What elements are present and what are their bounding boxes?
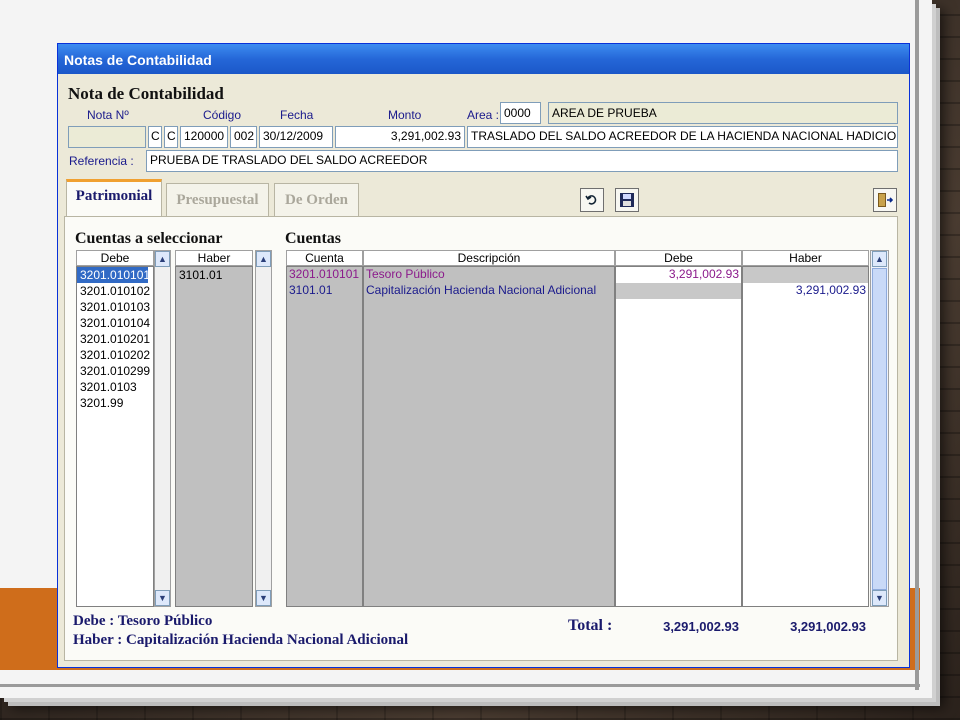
- debe-scrollbar[interactable]: ▲ ▼: [154, 250, 171, 607]
- debe-empty-cell: [616, 283, 741, 299]
- area-code-input[interactable]: 0000: [500, 102, 541, 124]
- haber-list-header: Haber: [175, 250, 253, 266]
- slide-border-right: [915, 0, 919, 690]
- patrimonial-panel: Cuentas a seleccionar Cuentas Debe 3201.…: [64, 216, 898, 661]
- undo-icon: [585, 195, 597, 205]
- row1-descripcion[interactable]: Tesoro Público: [366, 266, 445, 282]
- nota-number-field: [68, 126, 146, 148]
- save-icon: [620, 193, 634, 207]
- fecha-input[interactable]: 30/12/2009: [259, 126, 333, 148]
- monto-input[interactable]: 3,291,002.93: [335, 126, 465, 148]
- save-button[interactable]: [615, 188, 639, 212]
- row2-cuenta[interactable]: 3101.01: [289, 282, 332, 298]
- notas-window: Notas de Contabilidad Nota de Contabilid…: [57, 43, 910, 668]
- descripcion-input[interactable]: TRASLADO DEL SALDO ACREEDOR DE LA HACIEN…: [467, 126, 898, 148]
- label-nota: Nota Nº: [87, 108, 129, 122]
- debe-item[interactable]: 3201.010202: [77, 347, 153, 363]
- debe-item[interactable]: 3201.010299: [77, 363, 153, 379]
- total-label: Total :: [568, 617, 613, 634]
- debe-item[interactable]: 3201.010104: [77, 315, 153, 331]
- grid-scroll-down-icon[interactable]: ▼: [872, 590, 887, 606]
- right-section-title: Cuentas: [285, 230, 342, 247]
- haber-scroll-up-icon[interactable]: ▲: [256, 251, 271, 267]
- debe-scroll-up-icon[interactable]: ▲: [155, 251, 170, 267]
- codigo2-input[interactable]: 002: [230, 126, 257, 148]
- window-titlebar: Notas de Contabilidad: [58, 44, 909, 74]
- tipo-c2-field[interactable]: C: [164, 126, 178, 148]
- row1-debe[interactable]: 3,291,002.93: [617, 266, 739, 282]
- label-fecha: Fecha: [280, 108, 314, 122]
- footer-debe-line: Debe : Tesoro Público: [73, 613, 213, 629]
- exit-door-icon: [878, 193, 893, 207]
- row1-cuenta[interactable]: 3201.010101: [289, 266, 359, 282]
- row2-haber[interactable]: 3,291,002.93: [744, 282, 866, 298]
- debe-item[interactable]: 3201.010201: [77, 331, 153, 347]
- left-section-title: Cuentas a seleccionar: [75, 230, 223, 247]
- label-monto: Monto: [388, 108, 422, 122]
- haber-item[interactable]: 3101.01: [176, 267, 252, 283]
- grid-scroll-up-icon[interactable]: ▲: [872, 251, 887, 267]
- grid-scrollbar[interactable]: ▲ ▼: [870, 250, 889, 607]
- grid-col-descripcion: [363, 266, 615, 607]
- referencia-input[interactable]: PRUEBA DE TRASLADO DEL SALDO ACREEDOR: [146, 150, 898, 172]
- total-debe-value: 3,291,002.93: [663, 619, 739, 634]
- exit-button[interactable]: [873, 188, 897, 212]
- row2-descripcion[interactable]: Capitalización Hacienda Nacional Adicion…: [366, 282, 596, 298]
- total-haber-value: 3,291,002.93: [790, 619, 866, 634]
- label-codigo: Código: [203, 108, 242, 122]
- undo-button[interactable]: [580, 188, 604, 212]
- debe-items: 3201.010101 3201.010102 3201.010103 3201.01…: [77, 267, 153, 411]
- footer-haber-line: Haber : Capitalización Hacienda Nacional…: [73, 632, 409, 648]
- label-referencia: Referencia :: [69, 154, 134, 168]
- grid-scroll-thumb[interactable]: [872, 268, 887, 590]
- area-name-field: AREA DE PRUEBA: [548, 102, 898, 124]
- grid-header-cuenta: Cuenta: [286, 250, 363, 266]
- grid-header-haber: Haber: [742, 250, 869, 266]
- haber-scrollbar[interactable]: ▲ ▼: [255, 250, 272, 607]
- haber-list[interactable]: 3101.01: [175, 266, 253, 607]
- debe-item[interactable]: 3201.010101: [77, 267, 150, 283]
- tab-patrimonial[interactable]: Patrimonial: [66, 179, 162, 217]
- haber-empty-cell: [743, 267, 868, 283]
- form-heading: Nota de Contabilidad: [68, 84, 224, 103]
- tab-presupuestal[interactable]: Presupuestal: [166, 183, 269, 217]
- debe-list[interactable]: 3201.010101 3201.010102 3201.010103 3201.01…: [76, 266, 154, 607]
- grid-col-debe: [615, 266, 742, 607]
- debe-list-header: Debe: [76, 250, 154, 266]
- grid-col-haber: [742, 266, 869, 607]
- debe-item[interactable]: 3201.010102: [77, 283, 153, 299]
- debe-scroll-down-icon[interactable]: ▼: [155, 590, 170, 606]
- debe-item[interactable]: 3201.010103: [77, 299, 153, 315]
- tipo-c1-field[interactable]: C: [148, 126, 162, 148]
- grid-col-cuenta: [286, 266, 363, 607]
- slide-border-bottom: [0, 684, 920, 687]
- haber-scroll-down-icon[interactable]: ▼: [256, 590, 271, 606]
- tab-de-orden[interactable]: De Orden: [274, 183, 359, 217]
- label-area: Area :: [467, 108, 500, 122]
- debe-item[interactable]: 3201.99: [77, 395, 153, 411]
- haber-items: 3101.01: [176, 267, 252, 283]
- codigo-input[interactable]: 120000: [180, 126, 228, 148]
- debe-item[interactable]: 3201.0103: [77, 379, 153, 395]
- grid-header-debe: Debe: [615, 250, 742, 266]
- grid-header-descripcion: Descripción: [363, 250, 615, 266]
